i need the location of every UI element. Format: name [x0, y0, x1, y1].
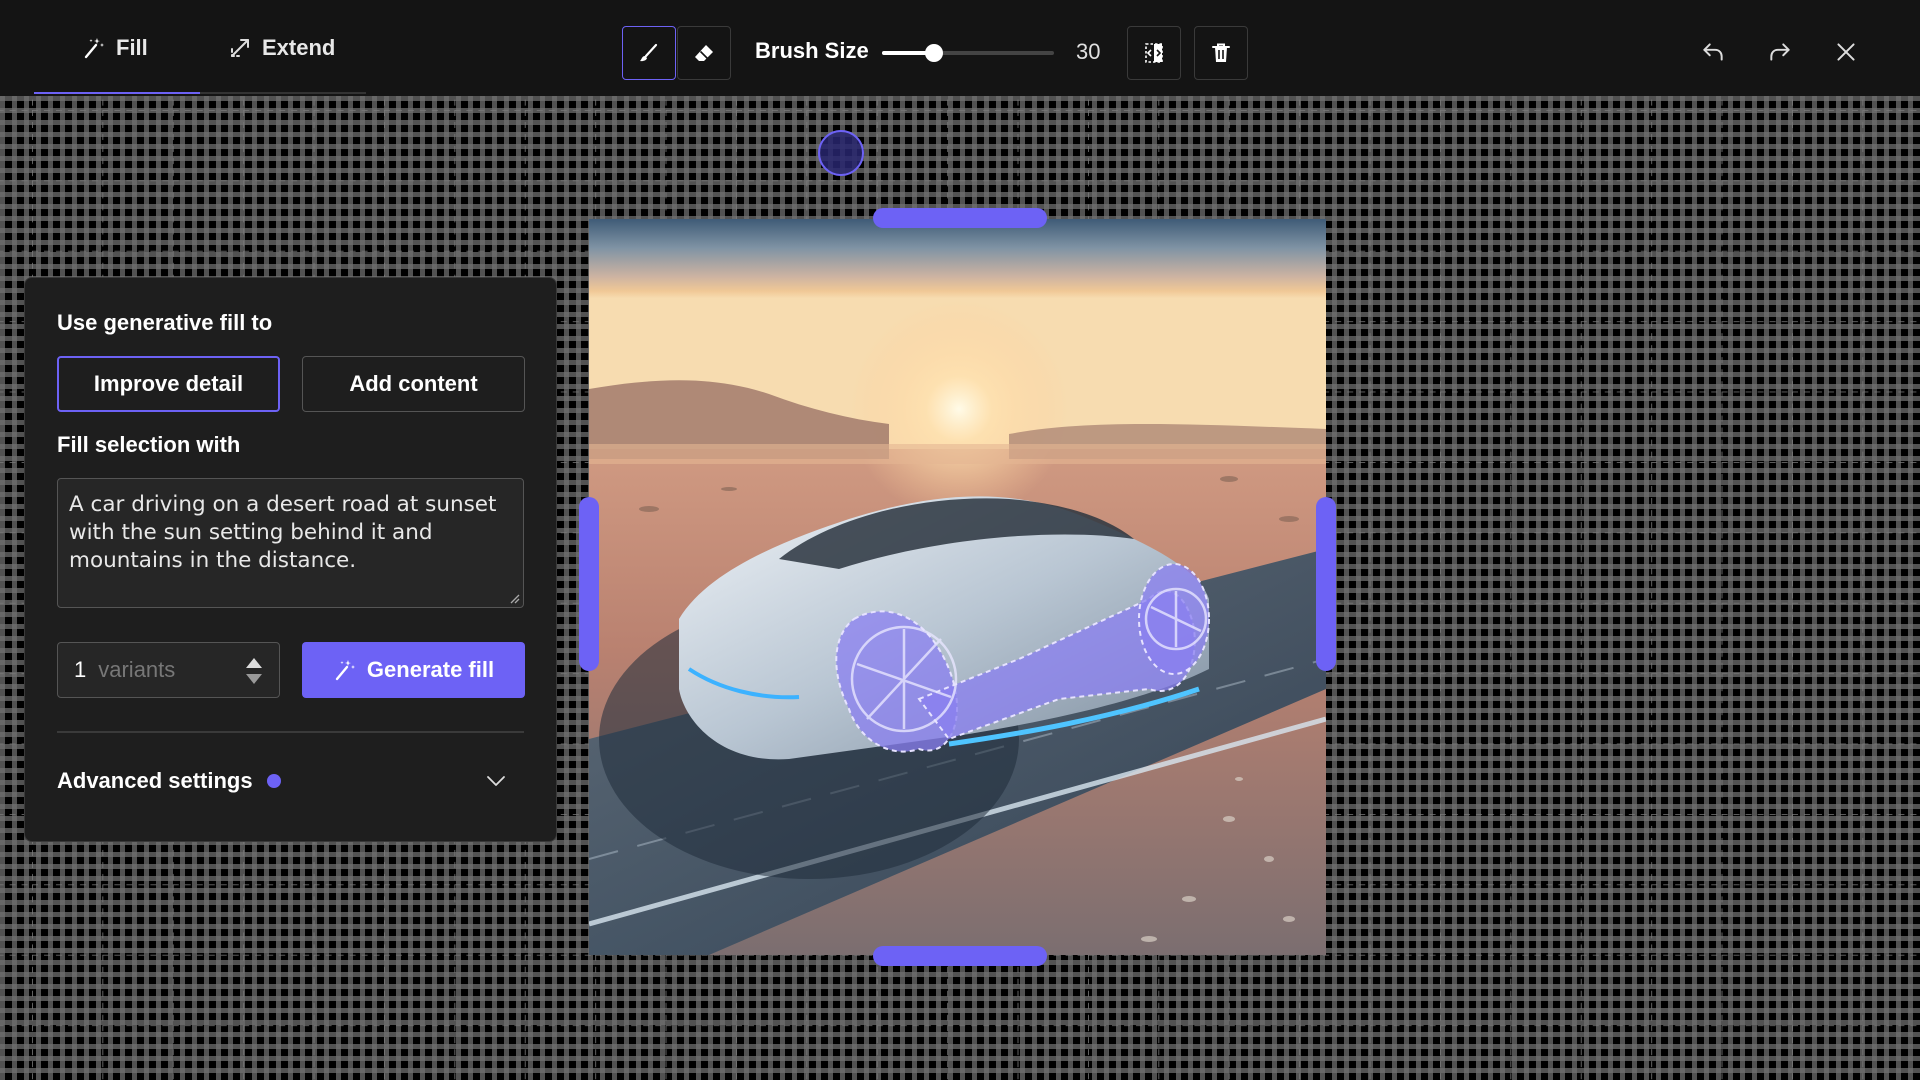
resize-handle-bottom[interactable]	[873, 946, 1047, 966]
prompt-text: A car driving on a desert road at sunset…	[69, 492, 497, 573]
brush-size-value: 30	[1076, 39, 1101, 64]
add-content-button[interactable]: Add content	[302, 356, 525, 412]
prompt-textarea[interactable]: A car driving on a desert road at sunset…	[57, 478, 524, 608]
brush-cursor	[818, 130, 864, 176]
tab-fill[interactable]: Fill	[82, 0, 148, 96]
car-desert-illustration	[589, 219, 1326, 955]
magic-wand-icon	[84, 38, 104, 59]
resize-handle-left[interactable]	[579, 497, 599, 671]
advanced-settings-label: Advanced settings	[57, 768, 253, 793]
invert-selection-button[interactable]	[1127, 26, 1181, 80]
active-tab-indicator	[34, 92, 200, 94]
brush-icon	[640, 43, 658, 62]
brush-size-label: Brush Size	[755, 38, 869, 63]
undo-button[interactable]	[1693, 32, 1733, 72]
edited-image[interactable]	[589, 219, 1326, 955]
advanced-settings-toggle[interactable]: Advanced settings	[57, 756, 524, 806]
close-button[interactable]	[1826, 32, 1866, 72]
invert-selection-icon	[1145, 43, 1163, 63]
top-toolbar: Fill Extend Brush Size 30	[0, 0, 1920, 96]
brush-size-slider-thumb[interactable]	[924, 44, 943, 62]
generate-fill-label: Generate fill	[366, 657, 495, 682]
expand-arrows-icon	[231, 39, 249, 57]
redo-icon	[1770, 43, 1790, 61]
generative-fill-panel: Use generative fill to Improve detail Ad…	[24, 277, 557, 842]
brush-size-slider[interactable]	[882, 44, 1054, 62]
delete-selection-button[interactable]	[1194, 26, 1248, 80]
tab-extend-label: Extend	[262, 35, 336, 60]
redo-button[interactable]	[1760, 32, 1800, 72]
magic-wand-icon	[335, 660, 355, 681]
tab-extend[interactable]: Extend	[228, 0, 335, 96]
brush-tool-button[interactable]	[622, 26, 676, 80]
improve-detail-button[interactable]: Improve detail	[57, 356, 280, 412]
panel-heading: Use generative fill to	[57, 310, 273, 335]
advanced-settings-indicator-dot	[266, 774, 281, 788]
variants-unit: variants	[98, 657, 176, 682]
variants-stepper[interactable]: 1 variants	[57, 642, 280, 698]
close-icon	[1837, 43, 1855, 61]
trash-icon	[1212, 43, 1230, 62]
variants-count: 1	[74, 657, 87, 682]
eraser-icon	[695, 45, 713, 61]
chevron-down-icon	[487, 776, 505, 786]
undo-icon	[1703, 43, 1723, 61]
generate-fill-button[interactable]: Generate fill	[302, 642, 525, 698]
fill-selection-heading: Fill selection with	[57, 432, 241, 457]
tab-fill-label: Fill	[116, 35, 148, 60]
stepper-arrows-icon[interactable]	[245, 655, 263, 687]
resize-handle-top[interactable]	[873, 208, 1047, 228]
panel-divider	[57, 731, 524, 733]
eraser-tool-button[interactable]	[677, 26, 731, 80]
resize-handle-right[interactable]	[1316, 497, 1336, 671]
resize-grip-icon[interactable]	[508, 592, 520, 604]
